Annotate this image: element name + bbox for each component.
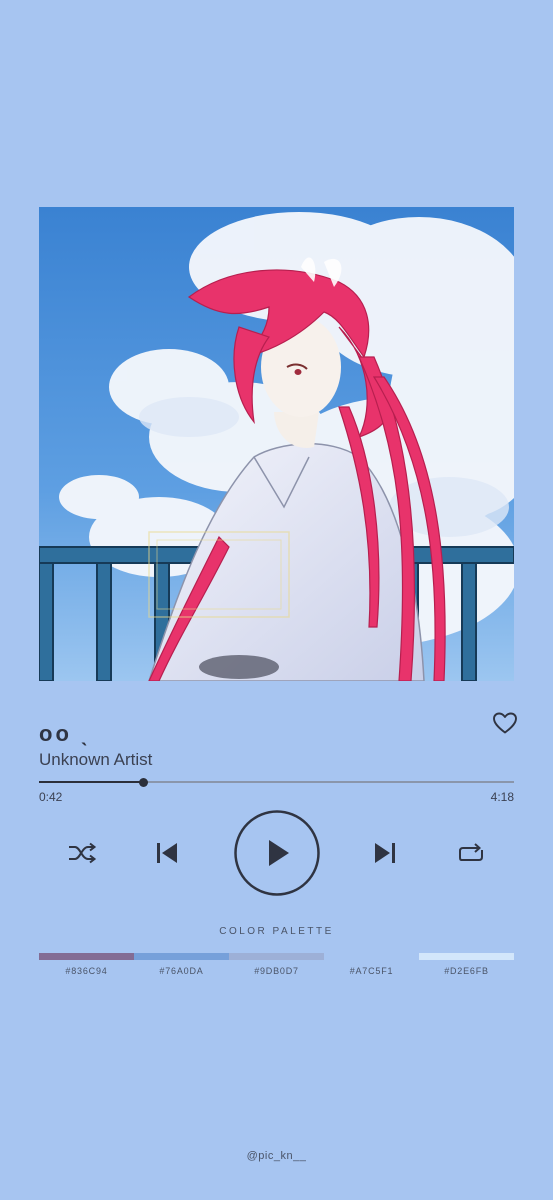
progress-knob[interactable] [139,777,148,787]
swatch-bar [134,953,229,960]
palette-swatch: #836C94 [39,953,134,976]
shuffle-icon [67,840,97,866]
total-time: 4:18 [490,790,514,804]
color-palette: #836C94 #76A0DA #9DB0D7 #A7C5F1 #D2E6FB [39,953,514,976]
play-button[interactable] [233,809,321,897]
swatch-bar [39,953,134,960]
skip-next-icon [372,840,398,866]
swatch-code: #D2E6FB [444,966,489,976]
palette-title: COLOR PALETTE [219,926,334,937]
album-cover-illustration [39,207,514,681]
swatch-bar [419,953,514,960]
heart-icon[interactable] [492,711,518,735]
shuffle-button[interactable] [67,840,97,866]
swatch-code: #76A0DA [159,966,204,976]
previous-button[interactable] [154,840,180,866]
repeat-button[interactable] [457,840,485,866]
palette-swatch: #76A0DA [134,953,229,976]
palette-swatch: #9DB0D7 [229,953,324,976]
swatch-code: #A7C5F1 [349,966,394,976]
next-button[interactable] [372,840,398,866]
album-art [39,207,514,681]
credit-handle: @pic_kn__ [246,1150,307,1162]
music-player-screen: oo ˎ Unknown Artist 0:42 4:18 COLOR PALE… [0,0,553,1200]
swatch-bar [324,953,419,960]
progress-bar[interactable] [39,777,514,787]
swatch-bar [229,953,324,960]
track-title: oo ˎ [39,721,92,746]
swatch-code: #836C94 [65,966,108,976]
progress-fill [39,781,144,783]
palette-swatch: #A7C5F1 [324,953,419,976]
swatch-code: #9DB0D7 [254,966,299,976]
elapsed-time: 0:42 [39,790,63,804]
repeat-icon [457,840,485,866]
palette-swatch: #D2E6FB [419,953,514,976]
skip-previous-icon [154,840,180,866]
play-icon [233,809,321,897]
artist-name: Unknown Artist [39,750,153,769]
